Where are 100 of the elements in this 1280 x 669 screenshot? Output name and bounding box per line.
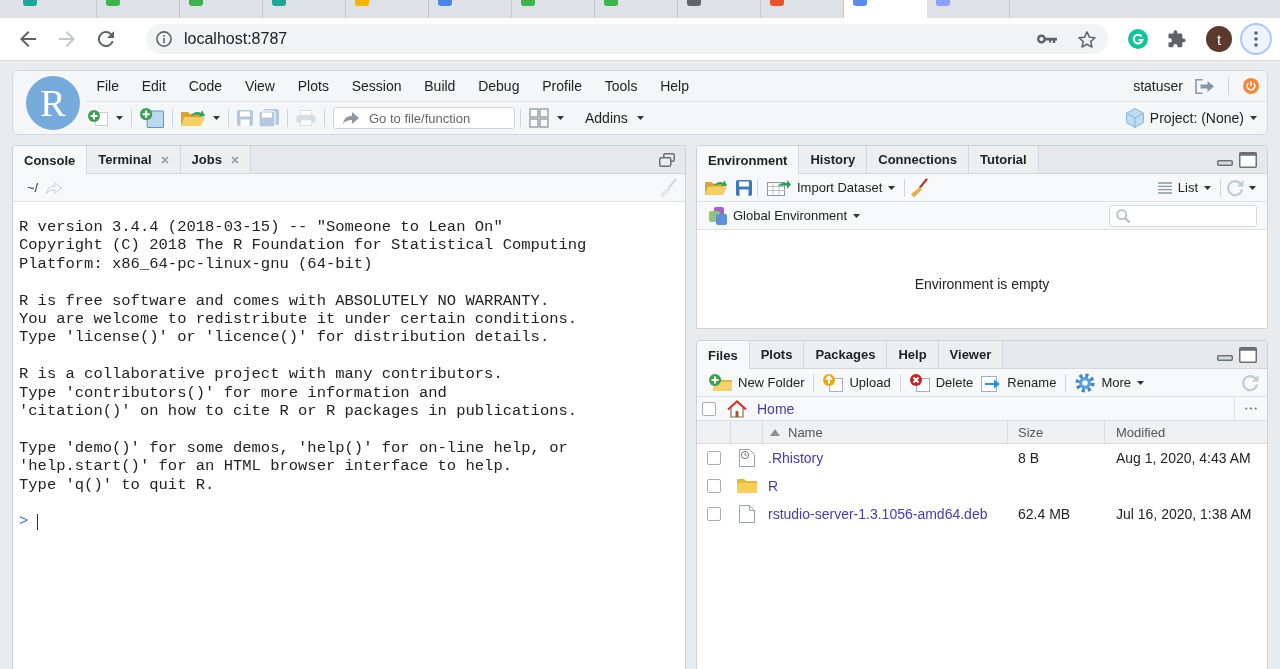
star-icon[interactable]: [1078, 30, 1096, 48]
sort-triangle-icon: [770, 428, 780, 436]
document-icon: [739, 505, 755, 523]
modified-date: Jul 16, 2020, 1:38 AM: [1116, 506, 1252, 522]
view-mode-button[interactable]: List: [1153, 178, 1215, 197]
working-directory-label: ~/: [27, 180, 39, 195]
pane-tab[interactable]: Jobs: [180, 146, 251, 173]
new-file-icon[interactable]: [88, 110, 108, 126]
back-icon[interactable]: [20, 31, 36, 47]
open-folder-icon[interactable]: [181, 110, 205, 126]
sign-out-icon[interactable]: [1195, 78, 1214, 94]
pane-tab[interactable]: Plots: [749, 341, 805, 368]
puzzle-icon[interactable]: [1168, 30, 1186, 48]
address-bar[interactable]: localhost:8787: [146, 24, 1108, 54]
checkbox[interactable]: [707, 451, 721, 465]
checkbox[interactable]: [707, 507, 721, 521]
new-folder-icon: [709, 374, 732, 391]
checkbox[interactable]: [702, 401, 716, 416]
pane-tab[interactable]: Tutorial: [969, 146, 1039, 173]
share-arrow-icon[interactable]: [46, 181, 63, 194]
pane-tab[interactable]: Packages: [804, 341, 888, 368]
home-icon[interactable]: [727, 399, 747, 418]
search-icon: [1116, 208, 1130, 223]
pane-tab[interactable]: Console: [13, 146, 88, 174]
more-button[interactable]: More: [1071, 370, 1148, 395]
save-icon[interactable]: [736, 179, 752, 196]
maximize-icon[interactable]: [1239, 346, 1257, 363]
reload-icon[interactable]: [98, 31, 114, 47]
username-label: statuser: [1133, 78, 1183, 94]
refresh-icon[interactable]: [1241, 373, 1259, 392]
menu-item[interactable]: Edit: [130, 75, 178, 97]
new-project-icon[interactable]: [140, 108, 164, 128]
menu-item[interactable]: File: [85, 75, 131, 97]
menu-item[interactable]: View: [233, 75, 287, 97]
open-folder-icon[interactable]: [705, 180, 727, 195]
menu-item[interactable]: Code: [177, 75, 234, 97]
info-icon[interactable]: [156, 31, 172, 47]
caret-icon[interactable]: [1249, 185, 1256, 190]
goto-field[interactable]: Go to file/function: [333, 107, 515, 129]
pane-tab[interactable]: Environment: [697, 146, 800, 174]
rename-icon: [981, 373, 1002, 392]
column-header[interactable]: Size: [1008, 421, 1105, 443]
breadcrumb-link[interactable]: Home: [757, 400, 795, 417]
profile-avatar[interactable]: t: [1206, 26, 1232, 52]
delete-icon: [909, 373, 930, 392]
caret-icon[interactable]: [213, 116, 220, 120]
import-dataset-button[interactable]: Import Dataset: [763, 177, 900, 198]
arrow-icon: [343, 112, 359, 124]
pane-tab[interactable]: Help: [887, 341, 939, 368]
project-button[interactable]: Project: (None): [1121, 106, 1261, 130]
minimize-icon[interactable]: [1217, 159, 1233, 166]
menu-item[interactable]: Profile: [530, 75, 594, 97]
file-name-link[interactable]: .Rhistory: [768, 450, 824, 466]
caret-icon: [888, 185, 896, 190]
pane-tab[interactable]: Viewer: [938, 341, 1004, 368]
addins-button[interactable]: Addins: [581, 108, 648, 128]
pane-tab[interactable]: Files: [697, 341, 750, 369]
pane-tab[interactable]: Connections: [867, 146, 969, 173]
pane-tab[interactable]: History: [799, 146, 868, 173]
text-cursor-icon: [37, 513, 39, 530]
key-icon[interactable]: [1037, 34, 1057, 44]
file-name-link[interactable]: R: [768, 478, 779, 494]
caret-icon: [1137, 380, 1144, 385]
menu-item[interactable]: Session: [340, 75, 413, 97]
ellipsis-icon[interactable]: [1245, 407, 1257, 410]
file-size: 62.4 MB: [1018, 506, 1071, 522]
upload-button[interactable]: Upload: [819, 371, 895, 394]
close-icon[interactable]: [160, 155, 169, 164]
maximize-icon[interactable]: [1239, 151, 1257, 168]
caret-icon[interactable]: [557, 116, 564, 120]
file-name-link[interactable]: rstudio-server-1.3.1056-amd64.deb: [768, 506, 988, 522]
menu-item[interactable]: Build: [412, 75, 467, 97]
modified-date: Aug 1, 2020, 4:43 AM: [1116, 450, 1251, 466]
new-folder-button[interactable]: New Folder: [705, 372, 809, 393]
restore-window-icon[interactable]: [659, 152, 675, 167]
menu-item[interactable]: Plots: [286, 75, 341, 97]
close-icon[interactable]: [230, 155, 239, 164]
column-header[interactable]: Name: [763, 421, 1008, 443]
checkbox[interactable]: [707, 479, 721, 493]
pane-layout-icon[interactable]: [529, 108, 549, 128]
console-prompt: >: [19, 512, 29, 531]
caret-icon: [636, 116, 644, 120]
column-header[interactable]: Modified: [1105, 421, 1267, 443]
menu-item[interactable]: Help: [648, 75, 701, 97]
minimize-icon[interactable]: [1217, 354, 1233, 361]
power-icon[interactable]: [1243, 78, 1259, 94]
console-output: R version 3.4.4 (2018-03-15) -- "Someone to Lean On" Copyright (C) 2018 The R Foundation for Statistical Computing Platform: x86_64-pc-linux-gnu (64-bit): [19, 218, 588, 274]
broom-icon[interactable]: [910, 177, 929, 198]
delete-button[interactable]: Delete: [905, 371, 978, 394]
caret-icon[interactable]: [116, 116, 123, 120]
menu-item[interactable]: Tools: [593, 75, 649, 97]
browser-menu-button[interactable]: [1240, 23, 1272, 55]
rename-button[interactable]: Rename: [977, 371, 1061, 394]
pane-tab[interactable]: Terminal: [87, 146, 181, 173]
extension-icon[interactable]: [1128, 29, 1148, 49]
menu-item[interactable]: Debug: [466, 75, 531, 97]
console-output: R is a collaborative project with many contributors. Type 'contributors()' for more information and 'citation()' on how to cite R or R packages in publications.: [19, 365, 579, 421]
search-field[interactable]: [1109, 204, 1257, 227]
file-size: 8 B: [1018, 450, 1039, 466]
refresh-icon[interactable]: [1226, 178, 1244, 197]
